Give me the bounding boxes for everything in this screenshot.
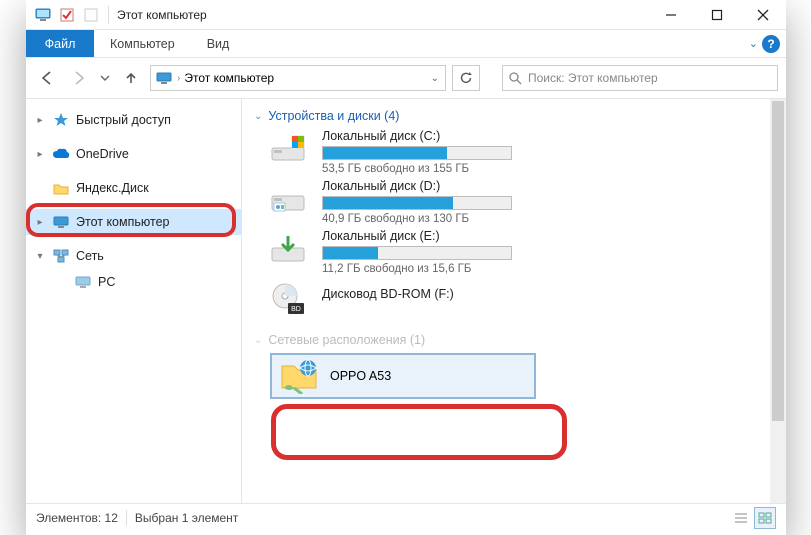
properties-icon[interactable] bbox=[56, 4, 78, 26]
network-location-oppo[interactable]: OPPO A53 bbox=[270, 353, 536, 399]
network-icon bbox=[52, 247, 70, 265]
svg-text:BD: BD bbox=[291, 306, 301, 313]
body: ▸ Быстрый доступ ▸ OneDrive ▸ Яндекс.Дис… bbox=[26, 98, 786, 503]
tab-view[interactable]: Вид bbox=[191, 30, 246, 57]
search-placeholder: Поиск: Этот компьютер bbox=[528, 71, 658, 85]
cloud-icon bbox=[52, 145, 70, 163]
explorer-window: Этот компьютер Файл Компьютер Вид ⌄ ? › … bbox=[26, 0, 786, 535]
pc-icon bbox=[155, 69, 173, 87]
disc-icon: BD bbox=[268, 279, 308, 319]
back-button[interactable] bbox=[34, 65, 60, 91]
breadcrumb-current[interactable]: Этот компьютер bbox=[184, 71, 274, 85]
refresh-button[interactable] bbox=[452, 65, 480, 91]
item-count: Элементов: 12 bbox=[36, 511, 118, 525]
ribbon: Файл Компьютер Вид ⌄ ? bbox=[26, 30, 786, 58]
minimize-button[interactable] bbox=[648, 0, 694, 30]
pc-icon bbox=[52, 213, 70, 231]
search-input[interactable]: Поиск: Этот компьютер bbox=[502, 65, 778, 91]
address-bar: › Этот компьютер ⌄ Поиск: Этот компьютер bbox=[26, 58, 786, 98]
sidebar-item-quick-access[interactable]: ▸ Быстрый доступ bbox=[26, 107, 241, 133]
view-details-icon[interactable] bbox=[730, 507, 752, 529]
help-icon[interactable]: ? bbox=[762, 35, 780, 53]
maximize-button[interactable] bbox=[694, 0, 740, 30]
scrollbar[interactable] bbox=[770, 99, 786, 503]
this-pc-icon bbox=[32, 4, 54, 26]
forward-button[interactable] bbox=[66, 65, 92, 91]
chevron-right-icon: › bbox=[177, 73, 180, 84]
folder-icon bbox=[52, 179, 70, 197]
drive-icon bbox=[268, 129, 308, 169]
group-devices-header[interactable]: ⌄ Устройства и диски (4) bbox=[242, 99, 786, 129]
storage-bar bbox=[322, 246, 512, 260]
close-button[interactable] bbox=[740, 0, 786, 30]
drive-e[interactable]: Локальный диск (E:) 11,2 ГБ свободно из … bbox=[268, 229, 786, 279]
sidebar-item-this-pc[interactable]: ▸ Этот компьютер bbox=[26, 209, 241, 235]
view-tiles-icon[interactable] bbox=[754, 507, 776, 529]
history-dropdown[interactable] bbox=[98, 65, 112, 91]
group-title: Устройства и диски (4) bbox=[268, 109, 399, 123]
qat-dropdown-icon[interactable] bbox=[80, 4, 102, 26]
sidebar-item-network-pc[interactable]: ▸ PC bbox=[26, 269, 241, 295]
separator bbox=[126, 510, 127, 526]
breadcrumb-dropdown[interactable]: ⌄ bbox=[429, 73, 441, 84]
sidebar-item-yandex-disk[interactable]: ▸ Яндекс.Диск bbox=[26, 175, 241, 201]
breadcrumb[interactable]: › Этот компьютер ⌄ bbox=[150, 65, 446, 91]
storage-bar bbox=[322, 146, 512, 160]
drive-d[interactable]: Локальный диск (D:) 40,9 ГБ свободно из … bbox=[268, 179, 786, 229]
storage-bar bbox=[322, 196, 512, 210]
up-button[interactable] bbox=[118, 65, 144, 91]
drive-c[interactable]: Локальный диск (C:) 53,5 ГБ свободно из … bbox=[268, 129, 786, 179]
group-network-header[interactable]: ⌄ Сетевые расположения (1) bbox=[242, 323, 786, 353]
separator bbox=[108, 6, 109, 24]
group-title: Сетевые расположения (1) bbox=[268, 333, 425, 347]
chevron-down-icon: ⌄ bbox=[254, 111, 262, 122]
tab-file[interactable]: Файл bbox=[26, 30, 94, 57]
tab-computer[interactable]: Компьютер bbox=[94, 30, 191, 57]
search-icon bbox=[509, 72, 522, 85]
title-bar: Этот компьютер bbox=[26, 0, 786, 30]
drive-icon bbox=[268, 229, 308, 269]
navigation-pane: ▸ Быстрый доступ ▸ OneDrive ▸ Яндекс.Дис… bbox=[26, 99, 242, 503]
ribbon-expand-icon[interactable]: ⌄ bbox=[749, 37, 758, 50]
sidebar-item-network[interactable]: ▾ Сеть bbox=[26, 243, 241, 269]
status-bar: Элементов: 12 Выбран 1 элемент bbox=[26, 503, 786, 531]
quick-access-toolbar bbox=[32, 4, 102, 26]
network-folder-icon bbox=[280, 358, 320, 394]
network-location-label: OPPO A53 bbox=[330, 369, 391, 383]
scroll-thumb[interactable] bbox=[772, 101, 784, 421]
drive-icon bbox=[268, 179, 308, 219]
chevron-down-icon: ⌄ bbox=[254, 335, 262, 346]
sidebar-item-onedrive[interactable]: ▸ OneDrive bbox=[26, 141, 241, 167]
pc-icon bbox=[74, 273, 92, 291]
star-icon bbox=[52, 111, 70, 129]
selection-status: Выбран 1 элемент bbox=[135, 511, 238, 525]
content-pane: ⌄ Устройства и диски (4) Локальный диск … bbox=[242, 99, 786, 503]
drive-f-bdrom[interactable]: BD Дисковод BD-ROM (F:) bbox=[268, 279, 786, 323]
window-title: Этот компьютер bbox=[117, 8, 207, 22]
